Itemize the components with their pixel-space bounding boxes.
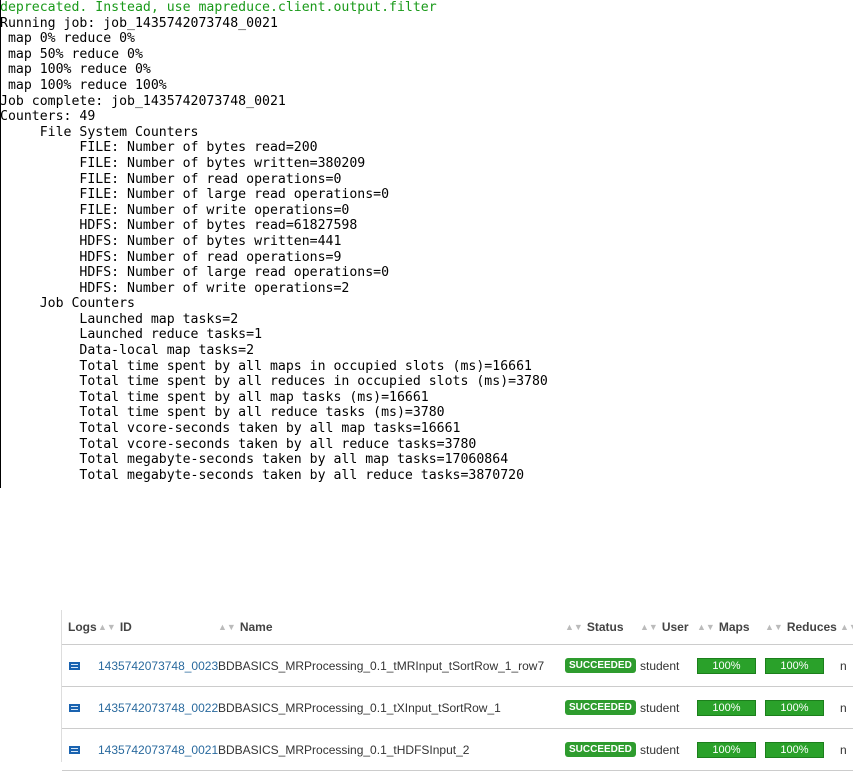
console-line: Counters: 49 — [0, 109, 96, 125]
console-line: FILE: Number of large read operations=0 — [0, 187, 390, 203]
logs-icon[interactable] — [69, 661, 80, 670]
console-line: Job Counters — [0, 296, 135, 312]
console-line: map 100% reduce 0% — [0, 62, 151, 78]
console-line: FILE: Number of write operations=0 — [0, 202, 350, 218]
more-cell: n — [840, 658, 847, 673]
console-line: HDFS: Number of write operations=2 — [0, 280, 350, 296]
logs-icon[interactable] — [69, 745, 80, 754]
job-name: BDBASICS_MRProcessing_0.1_tMRInput_tSort… — [218, 658, 545, 673]
console-line: FILE: Number of read operations=0 — [0, 171, 342, 187]
console-line: HDFS: Number of large read operations=0 — [0, 265, 390, 281]
maps-progress-bar: 100% — [697, 657, 756, 674]
console-line: HDFS: Number of bytes written=441 — [0, 233, 342, 249]
job-name: BDBASICS_MRProcessing_0.1_tXInput_tSortR… — [218, 700, 501, 715]
reduces-progress-bar: 100% — [765, 657, 824, 674]
reduces-cell: 100% — [765, 699, 840, 716]
reduces-progress-bar: 100% — [765, 741, 824, 758]
console-line: Launched map tasks=2 — [0, 311, 239, 327]
console-line: deprecated. Instead, use mapreduce.clien… — [0, 0, 437, 15]
sort-icon: ▲▼ — [218, 622, 236, 632]
console-line: Total vcore-seconds taken by all map tas… — [0, 421, 461, 437]
table-header: Logs ▲▼ ID ▲▼ Name ▲▼ Status ▲▼ User ▲▼ Maps … — [62, 610, 853, 645]
status-cell: SUCCEEDED — [565, 658, 640, 673]
sort-icon: ▲▼ — [765, 622, 783, 632]
more-cell: n — [840, 700, 847, 715]
header-user[interactable]: ▲▼ User — [640, 620, 697, 634]
sort-icon: ▲▼ — [565, 622, 583, 632]
status-cell: SUCCEEDED — [565, 742, 640, 757]
console-line: map 50% reduce 0% — [0, 46, 143, 62]
header-maps-label: Maps — [718, 620, 750, 634]
sort-icon: ▲▼ — [98, 622, 116, 632]
header-user-label: User — [661, 620, 689, 634]
console-line: HDFS: Number of bytes read=61827598 — [0, 218, 358, 234]
header-logs-label: Logs — [68, 620, 97, 634]
more-cell: n — [840, 742, 847, 757]
user-cell: student — [640, 700, 680, 715]
header-maps[interactable]: ▲▼ Maps — [697, 620, 765, 634]
sort-icon: ▲▼ — [697, 622, 715, 632]
header-id-label: ID — [119, 620, 132, 634]
sort-icon: ▲▼ — [840, 622, 853, 632]
table-row: 143574207374​8_0022 BDBASICS_MRProcessin… — [62, 687, 853, 729]
console-line: Total time spent by all reduces in occup… — [0, 374, 548, 390]
console-line: Data-local map tasks=2 — [0, 343, 255, 359]
console-line: Total time spent by all maps in occupied… — [0, 358, 532, 374]
header-reduces-label: Reduces — [786, 620, 837, 634]
header-name[interactable]: ▲▼ Name — [218, 620, 565, 634]
user-cell: student — [640, 658, 680, 673]
user-cell: student — [640, 742, 680, 757]
console-line: Total vcore-seconds taken by all reduce … — [0, 436, 477, 452]
logs-cell — [62, 745, 98, 754]
header-id[interactable]: ▲▼ ID — [98, 620, 218, 634]
logs-icon[interactable] — [69, 703, 80, 712]
header-reduces[interactable]: ▲▼ Reduces — [765, 620, 840, 634]
console-line: Launched reduce tasks=1 — [0, 327, 263, 343]
reduces-progress-bar: 100% — [765, 699, 824, 716]
job-id-link[interactable]: 143574207374​8_0021 — [98, 743, 218, 757]
header-name-label: Name — [239, 620, 273, 634]
header-logs[interactable]: Logs — [62, 620, 98, 634]
console-line: Total time spent by all reduce tasks (ms… — [0, 405, 445, 421]
status-badge: SUCCEEDED — [565, 658, 636, 673]
console-line: map 0% reduce 0% — [0, 31, 135, 47]
reduces-cell: 100% — [765, 657, 840, 674]
reduces-cell: 100% — [765, 741, 840, 758]
table-row: 143574207374​8_0021 BDBASICS_MRProcessin… — [62, 729, 853, 771]
console-line: Job complete: job_1435742073748_0021 — [0, 93, 286, 109]
header-status-label: Status — [586, 620, 624, 634]
maps-cell: 100% — [697, 699, 765, 716]
console-line: Total megabyte-seconds taken by all redu… — [0, 467, 525, 483]
maps-progress-bar: 100% — [697, 741, 756, 758]
table-row: 143574207374​8_0023 BDBASICS_MRProcessin… — [62, 645, 853, 687]
console-line: Running job: job_1435742073748_0021 — [0, 15, 278, 31]
console-line: FILE: Number of bytes read=200 — [0, 140, 318, 156]
job-id-link[interactable]: 143574207374​8_0023 — [98, 659, 218, 673]
header-status[interactable]: ▲▼ Status — [565, 620, 640, 634]
status-badge: SUCCEEDED — [565, 742, 636, 757]
console-lines: deprecated. Instead, use mapreduce.clien… — [0, 0, 853, 483]
console-line: HDFS: Number of read operations=9 — [0, 249, 342, 265]
maps-cell: 100% — [697, 657, 765, 674]
logs-cell — [62, 703, 98, 712]
console-line: Total time spent by all map tasks (ms)=1… — [0, 389, 429, 405]
maps-progress-bar: 100% — [697, 699, 756, 716]
status-cell: SUCCEEDED — [565, 700, 640, 715]
maps-cell: 100% — [697, 741, 765, 758]
job-name: BDBASICS_MRProcessing_0.1_tHDFSInput_2 — [218, 742, 470, 757]
logs-cell — [62, 661, 98, 670]
job-id-link[interactable]: 143574207374​8_0022 — [98, 701, 218, 715]
status-badge: SUCCEEDED — [565, 700, 636, 715]
console-line: FILE: Number of bytes written=380209 — [0, 155, 366, 171]
header-more[interactable]: ▲▼ — [840, 622, 853, 632]
console-line: Total megabyte-seconds taken by all map … — [0, 452, 509, 468]
console-output: deprecated. Instead, use mapreduce.clien… — [0, 0, 853, 488]
sort-icon: ▲▼ — [640, 622, 658, 632]
console-line: map 100% reduce 100% — [0, 77, 167, 93]
console-line: File System Counters — [0, 124, 199, 140]
console-left-border — [0, 0, 1, 488]
jobs-table: Logs ▲▼ ID ▲▼ Name ▲▼ Status ▲▼ User ▲▼ Maps … — [61, 610, 853, 771]
